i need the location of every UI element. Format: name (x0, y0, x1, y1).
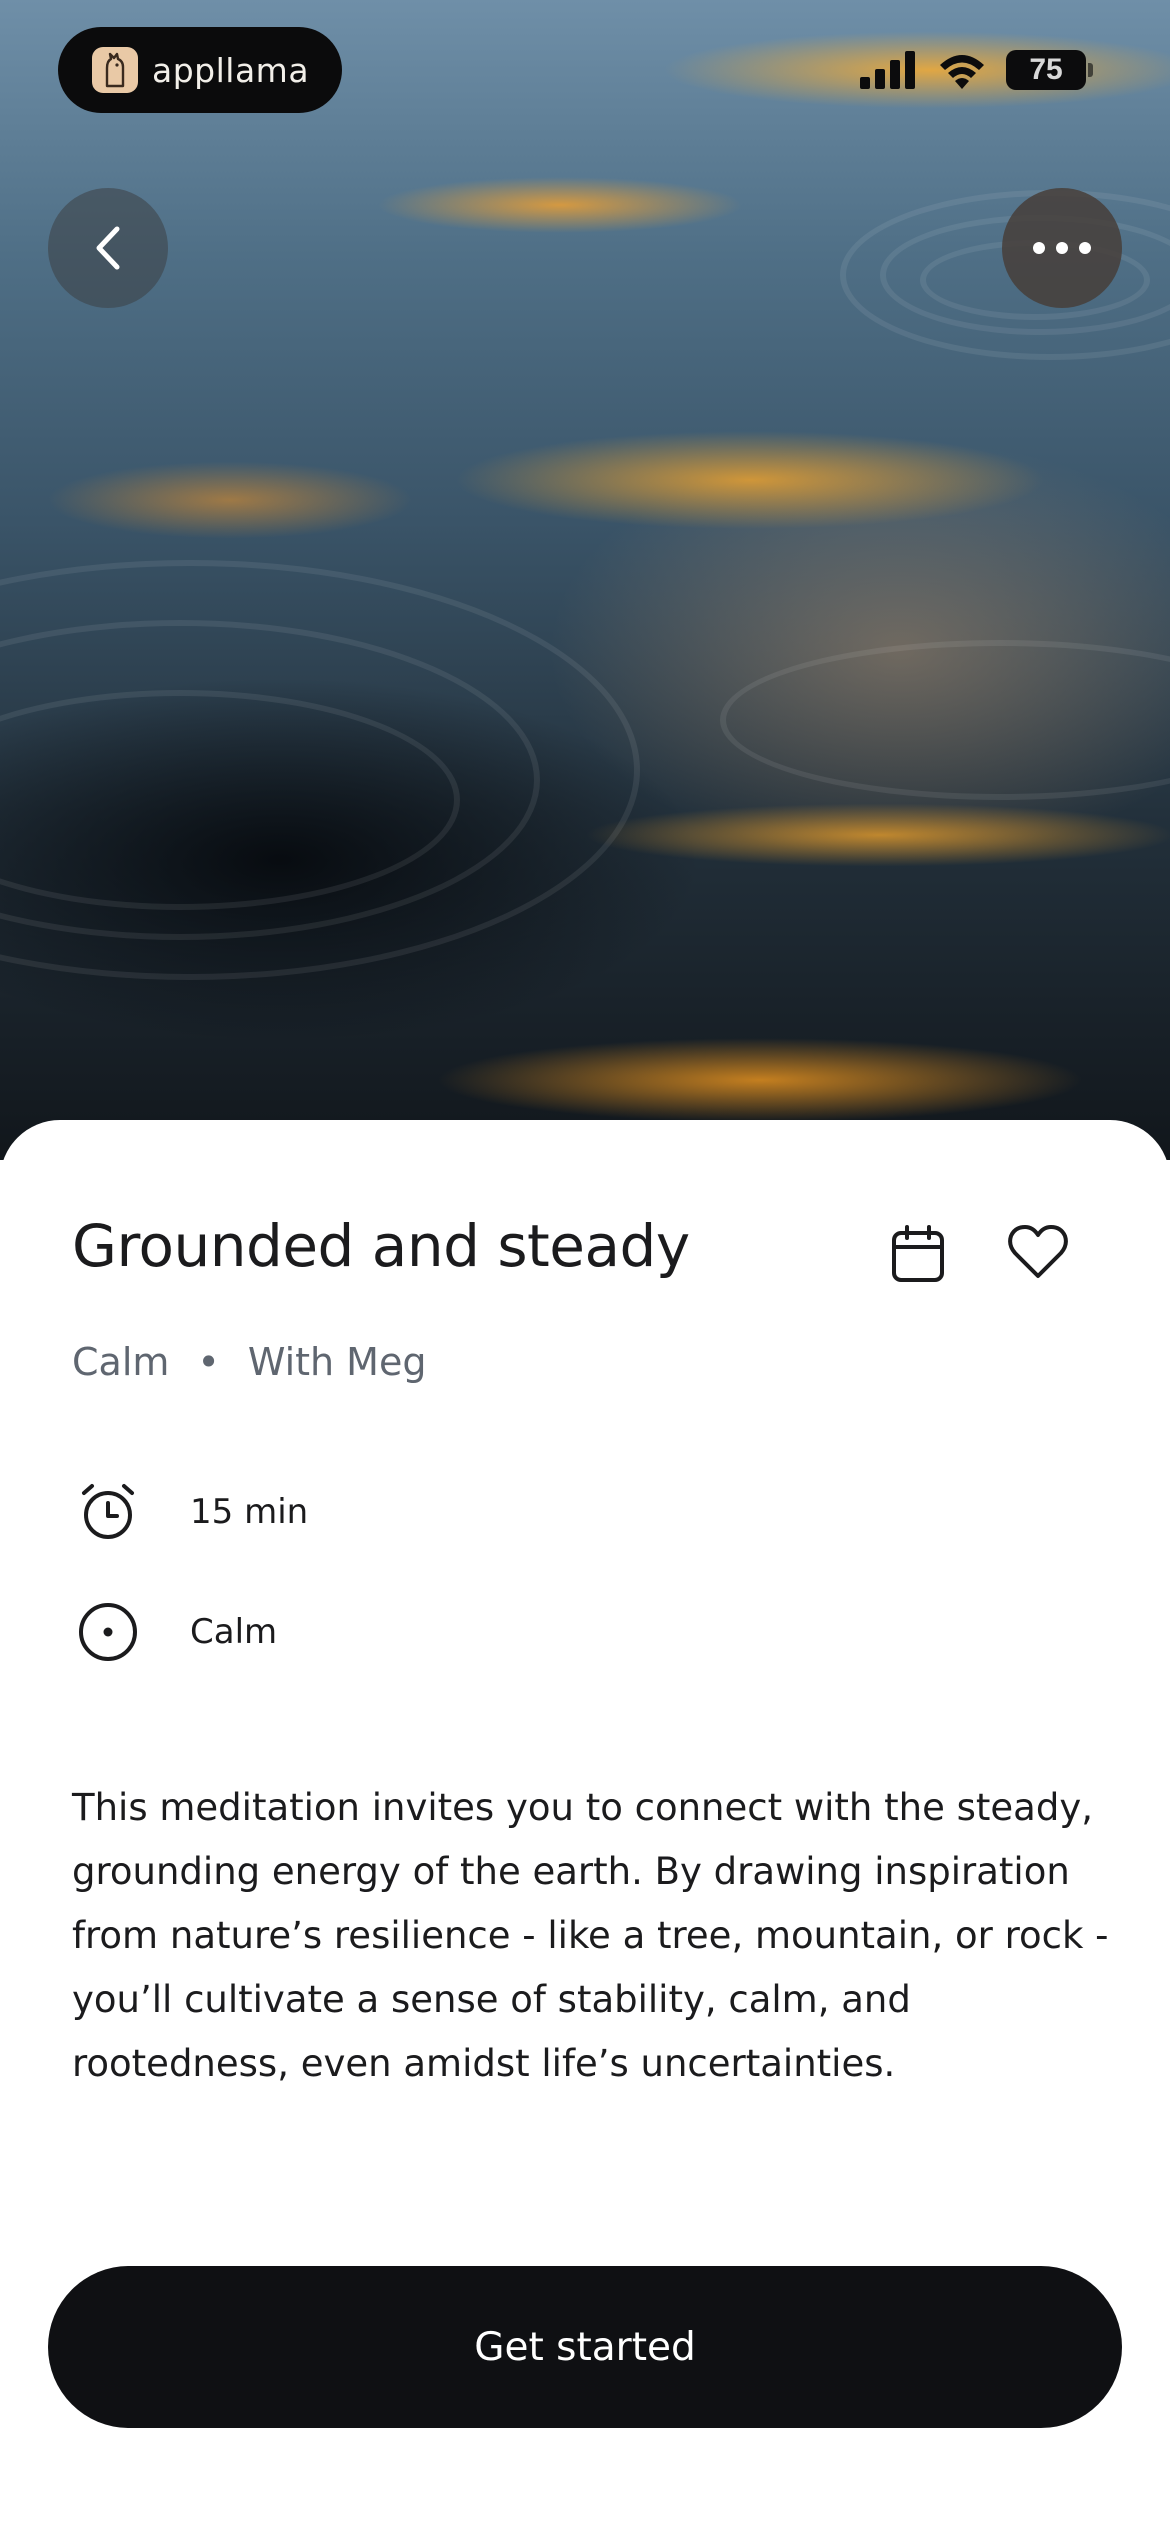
heart-outline-icon (1008, 1225, 1068, 1278)
favorite-button[interactable] (998, 1212, 1078, 1292)
session-description: This meditation invites you to connect w… (72, 1786, 1109, 2085)
calendar-icon (892, 1225, 944, 1282)
instructor-label: With Meg (247, 1340, 427, 1384)
status-indicators: 75 (860, 50, 1093, 90)
add-to-calendar-button[interactable] (878, 1214, 958, 1294)
category-label: Calm (72, 1340, 170, 1384)
back-button[interactable] (48, 188, 168, 308)
battery-indicator: 75 (1006, 50, 1093, 90)
wifi-icon (940, 55, 984, 89)
target-dot-icon (72, 1596, 144, 1668)
chevron-left-icon (96, 226, 120, 270)
duration-value: 15 min (190, 1492, 309, 1532)
get-started-button[interactable]: Get started (48, 2266, 1122, 2428)
session-title: Grounded and steady (72, 1212, 690, 1280)
focus-row: Calm (72, 1596, 277, 1668)
duration-row: 15 min (72, 1476, 308, 1548)
more-options-button[interactable] (1002, 188, 1122, 308)
hero-image (0, 0, 1170, 1160)
brand-name: appllama (152, 50, 310, 90)
ellipsis-icon (1033, 242, 1091, 254)
session-meta: Calm • With Meg (72, 1340, 426, 1384)
llama-logo-icon (92, 47, 138, 93)
cellular-signal-icon (860, 51, 915, 89)
focus-value: Calm (190, 1612, 278, 1652)
app-brand-pill: appllama (58, 27, 342, 113)
meta-separator: • (197, 1340, 220, 1384)
alarm-clock-icon (72, 1476, 144, 1548)
